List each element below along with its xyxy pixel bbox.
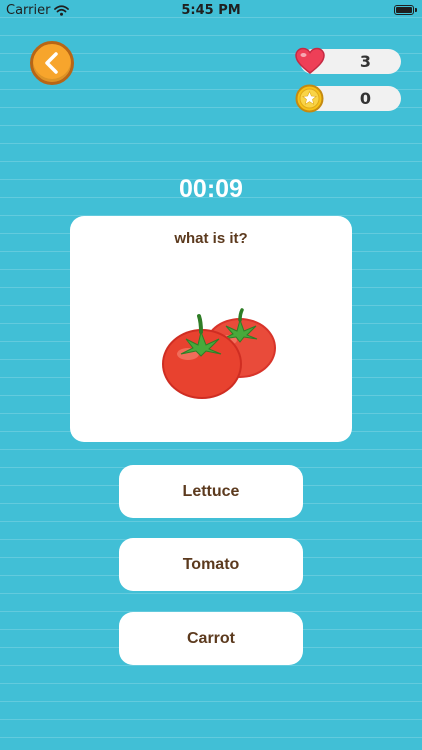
answer-button-lettuce[interactable]: Lettuce	[119, 465, 303, 518]
answer-button-tomato[interactable]: Tomato	[119, 538, 303, 591]
answer-button-carrot[interactable]: Carrot	[119, 612, 303, 665]
heart-icon	[295, 47, 325, 74]
countdown-timer: 00:09	[179, 175, 243, 203]
back-button[interactable]	[30, 41, 74, 85]
star-coin-icon	[295, 84, 324, 113]
question-card: what is it?	[70, 216, 352, 442]
question-prompt: what is it?	[174, 230, 248, 247]
chevron-left-icon	[45, 52, 58, 74]
tomato-image	[162, 308, 276, 399]
coins-value: 0	[359, 89, 372, 108]
status-time: 5:45 PM	[181, 3, 241, 18]
status-bar: Carrier 5:45 PM	[0, 0, 422, 22]
battery-icon	[394, 5, 417, 15]
lives-value: 3	[359, 52, 372, 71]
